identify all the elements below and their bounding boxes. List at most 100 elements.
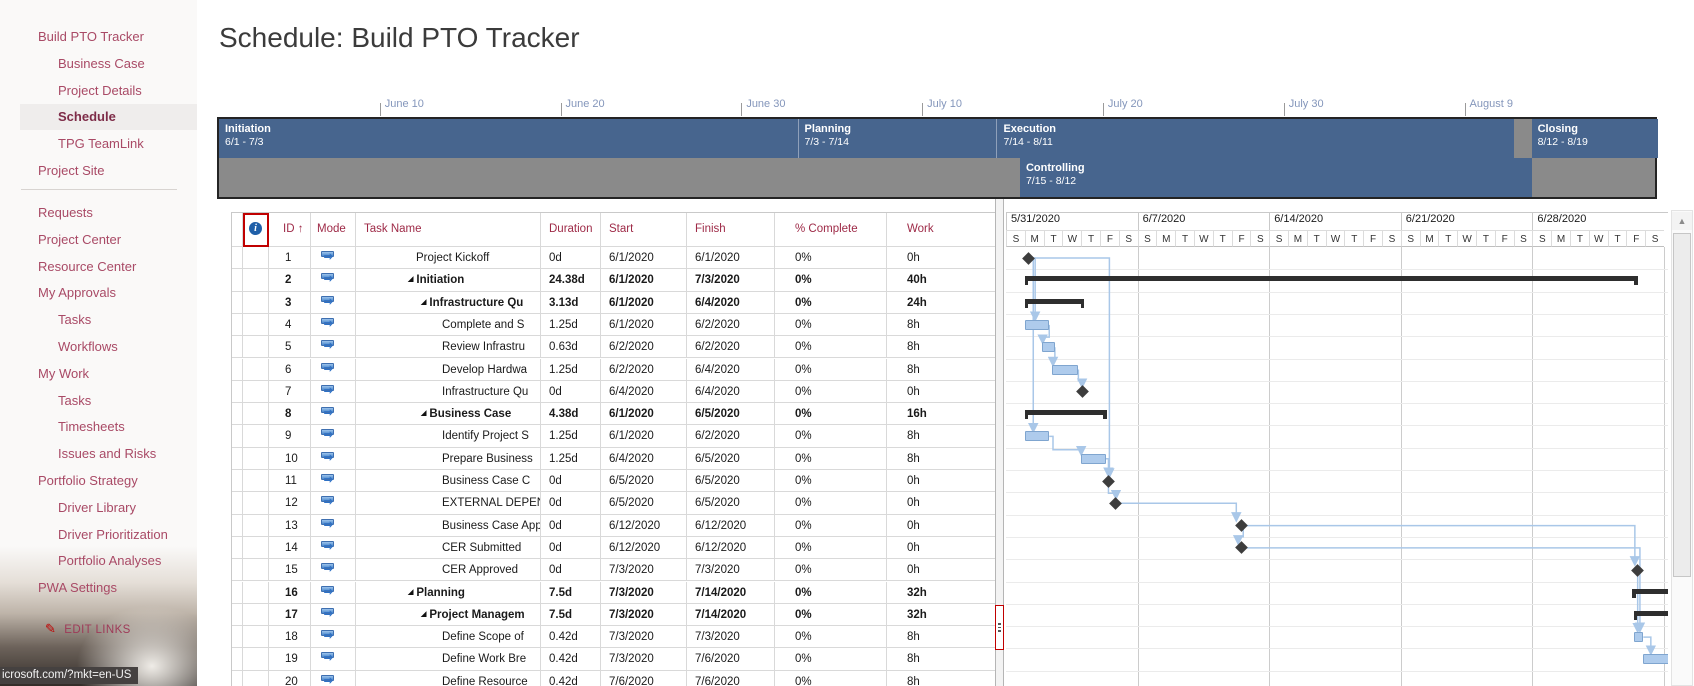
row-duration-cell[interactable]: 0d: [541, 515, 601, 537]
sidebar-item-driver-prioritization[interactable]: Driver Prioritization: [0, 527, 197, 542]
row-work-cell[interactable]: 0h: [887, 470, 996, 492]
row-start-cell[interactable]: 6/12/2020: [601, 537, 687, 559]
row-duration-cell[interactable]: 24.38d: [541, 269, 601, 291]
edit-links-button[interactable]: ✎EDIT LINKS: [45, 621, 131, 637]
gantt-task-bar[interactable]: [1042, 342, 1055, 352]
collapse-triangle-icon[interactable]: ◢: [421, 299, 426, 306]
row-task-name-cell[interactable]: Develop Hardwa: [356, 359, 541, 381]
row-duration-cell[interactable]: 0.42d: [541, 671, 601, 686]
row-pct-cell[interactable]: 0%: [775, 269, 887, 291]
row-pct-cell[interactable]: 0%: [775, 425, 887, 447]
row-work-cell[interactable]: 40h: [887, 269, 996, 291]
row-mode-cell[interactable]: ⇨: [311, 336, 356, 358]
row-duration-cell[interactable]: 7.5d: [541, 582, 601, 604]
row-pct-cell[interactable]: 0%: [775, 314, 887, 336]
row-id-cell[interactable]: 20: [269, 671, 311, 686]
sidebar-item-pwa-settings[interactable]: PWA Settings: [0, 580, 197, 595]
row-finish-cell[interactable]: 6/4/2020: [687, 292, 775, 314]
row-task-name-cell[interactable]: EXTERNAL DEPEND: [356, 492, 541, 514]
row-work-cell[interactable]: 0h: [887, 559, 996, 581]
row-work-cell[interactable]: 8h: [887, 425, 996, 447]
row-finish-cell[interactable]: 6/4/2020: [687, 381, 775, 403]
row-info-cell[interactable]: [243, 359, 269, 381]
row-task-name-cell[interactable]: ◢Initiation: [356, 269, 541, 291]
row-info-cell[interactable]: [243, 515, 269, 537]
gantt-summary-bar[interactable]: [1632, 589, 1668, 594]
row-start-cell[interactable]: 6/5/2020: [601, 492, 687, 514]
sidebar-item-resource-center[interactable]: Resource Center: [0, 259, 197, 274]
row-work-cell[interactable]: 24h: [887, 292, 996, 314]
row-mode-cell[interactable]: ⇨: [311, 671, 356, 686]
collapse-triangle-icon[interactable]: ◢: [408, 276, 413, 283]
row-start-cell[interactable]: 6/4/2020: [601, 381, 687, 403]
row-mode-cell[interactable]: ⇨: [311, 359, 356, 381]
row-work-cell[interactable]: 32h: [887, 604, 996, 626]
row-task-name-cell[interactable]: Identify Project S: [356, 425, 541, 447]
row-id-cell[interactable]: 2: [269, 269, 311, 291]
sidebar-item-my-approvals[interactable]: My Approvals: [0, 285, 197, 300]
row-gutter-cell[interactable]: [232, 626, 243, 648]
sidebar-item-tasks[interactable]: Tasks: [0, 393, 197, 408]
row-task-name-cell[interactable]: Complete and S: [356, 314, 541, 336]
row-task-name-cell[interactable]: Business Case App: [356, 515, 541, 537]
row-gutter-cell[interactable]: [232, 537, 243, 559]
row-gutter-cell[interactable]: [232, 604, 243, 626]
gantt-summary-bar[interactable]: [1025, 276, 1638, 281]
row-duration-cell[interactable]: 0d: [541, 381, 601, 403]
row-duration-cell[interactable]: 7.5d: [541, 604, 601, 626]
gantt-task-bar[interactable]: [1052, 365, 1078, 375]
row-id-cell[interactable]: 12: [269, 492, 311, 514]
row-task-name-cell[interactable]: Infrastructure Qu: [356, 381, 541, 403]
row-finish-cell[interactable]: 6/5/2020: [687, 448, 775, 470]
timeline-phase-closing[interactable]: Closing8/12 - 8/19: [1532, 119, 1659, 158]
row-duration-cell[interactable]: 0.42d: [541, 648, 601, 670]
row-finish-cell[interactable]: 7/3/2020: [687, 559, 775, 581]
row-mode-cell[interactable]: ⇨: [311, 559, 356, 581]
row-mode-cell[interactable]: ⇨: [311, 626, 356, 648]
row-mode-cell[interactable]: ⇨: [311, 492, 356, 514]
grid-header-task-name[interactable]: Task Name: [356, 213, 541, 247]
row-start-cell[interactable]: 6/4/2020: [601, 448, 687, 470]
sidebar-item-project-site[interactable]: Project Site: [0, 163, 197, 178]
row-duration-cell[interactable]: 0d: [541, 247, 601, 269]
sidebar-item-issues-and-risks[interactable]: Issues and Risks: [0, 446, 197, 461]
row-task-name-cell[interactable]: ◢Project Managem: [356, 604, 541, 626]
row-info-cell[interactable]: [243, 470, 269, 492]
row-pct-cell[interactable]: 0%: [775, 515, 887, 537]
row-start-cell[interactable]: 7/3/2020: [601, 559, 687, 581]
row-start-cell[interactable]: 6/2/2020: [601, 359, 687, 381]
row-start-cell[interactable]: 7/6/2020: [601, 671, 687, 686]
grid-header-id[interactable]: ID ↑: [269, 213, 311, 247]
row-start-cell[interactable]: 7/3/2020: [601, 626, 687, 648]
row-gutter-cell[interactable]: [232, 336, 243, 358]
row-pct-cell[interactable]: 0%: [775, 671, 887, 686]
row-mode-cell[interactable]: ⇨: [311, 537, 356, 559]
row-start-cell[interactable]: 6/1/2020: [601, 314, 687, 336]
row-mode-cell[interactable]: ⇨: [311, 425, 356, 447]
sidebar-item-portfolio-strategy[interactable]: Portfolio Strategy: [0, 473, 197, 488]
row-finish-cell[interactable]: 6/12/2020: [687, 515, 775, 537]
row-duration-cell[interactable]: 1.25d: [541, 359, 601, 381]
row-work-cell[interactable]: 8h: [887, 314, 996, 336]
row-pct-cell[interactable]: 0%: [775, 470, 887, 492]
row-gutter-cell[interactable]: [232, 671, 243, 686]
row-finish-cell[interactable]: 6/2/2020: [687, 336, 775, 358]
row-start-cell[interactable]: 6/1/2020: [601, 292, 687, 314]
grid-header-finish[interactable]: Finish: [687, 213, 775, 247]
row-mode-cell[interactable]: ⇨: [311, 403, 356, 425]
row-pct-cell[interactable]: 0%: [775, 292, 887, 314]
row-id-cell[interactable]: 18: [269, 626, 311, 648]
row-info-cell[interactable]: [243, 604, 269, 626]
grid-header-work[interactable]: Work: [887, 213, 996, 247]
row-duration-cell[interactable]: 0d: [541, 559, 601, 581]
row-pct-cell[interactable]: 0%: [775, 559, 887, 581]
row-finish-cell[interactable]: 6/12/2020: [687, 537, 775, 559]
row-task-name-cell[interactable]: Project Kickoff: [356, 247, 541, 269]
collapse-triangle-icon[interactable]: ◢: [421, 410, 426, 417]
row-start-cell[interactable]: 7/3/2020: [601, 648, 687, 670]
row-finish-cell[interactable]: 6/1/2020: [687, 247, 775, 269]
sidebar-item-tasks[interactable]: Tasks: [0, 312, 197, 327]
row-pct-cell[interactable]: 0%: [775, 403, 887, 425]
row-gutter-cell[interactable]: [232, 381, 243, 403]
row-work-cell[interactable]: 32h: [887, 582, 996, 604]
